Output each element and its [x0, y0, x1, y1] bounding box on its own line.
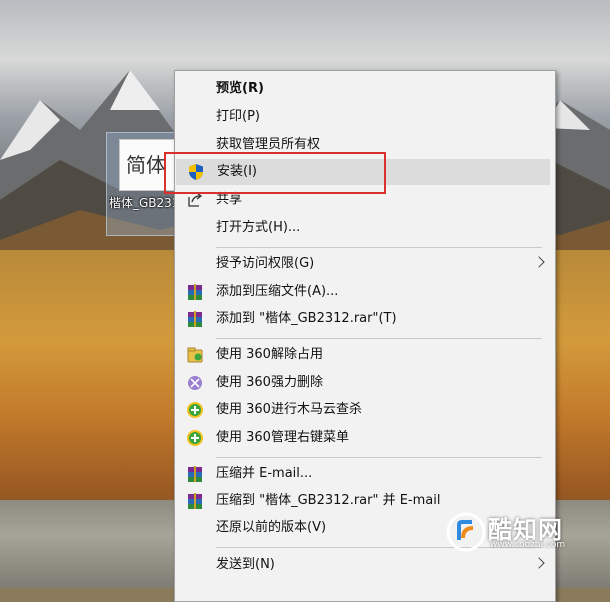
- menu-item-label: 使用 360强力删除: [216, 375, 323, 390]
- menu-item-label: 打印(P): [216, 109, 260, 124]
- menu-item-label: 压缩到 "楷体_GB2312.rar" 并 E-mail: [216, 493, 441, 508]
- winrar-icon: [186, 492, 204, 510]
- menu-item-add-to-archive[interactable]: 添加到压缩文件(A)...: [175, 279, 555, 305]
- menu-item-label: 打开方式(H)...: [216, 220, 301, 235]
- menu-item-compress-email[interactable]: 压缩并 E-mail...: [175, 461, 555, 487]
- annotation-highlight-box: [164, 152, 386, 194]
- menu-separator: [216, 457, 542, 458]
- watermark-url: www.coozhi.com: [490, 540, 566, 550]
- menu-item-label: 添加到压缩文件(A)...: [216, 284, 339, 299]
- chevron-right-icon: [533, 256, 545, 268]
- winrar-icon: [186, 283, 204, 301]
- menu-item-360-delete[interactable]: 使用 360强力删除: [175, 370, 555, 396]
- menu-item-open-with[interactable]: 打开方式(H)...: [175, 215, 555, 241]
- menu-item-label: 使用 360解除占用: [216, 347, 323, 362]
- 360-delete-icon: [186, 374, 204, 392]
- menu-item-360-scan[interactable]: 使用 360进行木马云查杀: [175, 397, 555, 423]
- menu-item-preview[interactable]: 预览(R): [175, 76, 555, 102]
- menu-item-add-to-rar[interactable]: 添加到 "楷体_GB2312.rar"(T): [175, 306, 555, 332]
- menu-item-label: 使用 360管理右键菜单: [216, 430, 349, 445]
- menu-item-print[interactable]: 打印(P): [175, 104, 555, 130]
- menu-item-label: 发送到(N): [216, 557, 275, 572]
- menu-separator: [216, 338, 542, 339]
- file-name-label: 楷体_GB2312...: [109, 196, 177, 210]
- menu-item-give-access[interactable]: 授予访问权限(G): [175, 251, 555, 277]
- menu-item-label: 添加到 "楷体_GB2312.rar"(T): [216, 311, 397, 326]
- menu-item-label: 授予访问权限(G): [216, 256, 315, 271]
- 360-manage-icon: [186, 429, 204, 447]
- winrar-icon: [186, 310, 204, 328]
- coozhi-watermark: 酷知网 www.coozhi.com: [440, 508, 590, 558]
- coozhi-logo-icon: [446, 512, 486, 552]
- menu-item-360-unlock[interactable]: 使用 360解除占用: [175, 342, 555, 368]
- menu-separator: [216, 247, 542, 248]
- menu-item-label: 使用 360进行木马云查杀: [216, 402, 362, 417]
- 360-unlock-icon: [186, 346, 204, 364]
- chevron-right-icon: [533, 557, 545, 569]
- winrar-icon: [186, 465, 204, 483]
- menu-item-label: 预览(R): [216, 81, 264, 96]
- menu-item-360-manage[interactable]: 使用 360管理右键菜单: [175, 425, 555, 451]
- menu-item-label: 还原以前的版本(V): [216, 520, 327, 535]
- menu-item-label: 压缩并 E-mail...: [216, 466, 313, 481]
- 360-scan-icon: [186, 401, 204, 419]
